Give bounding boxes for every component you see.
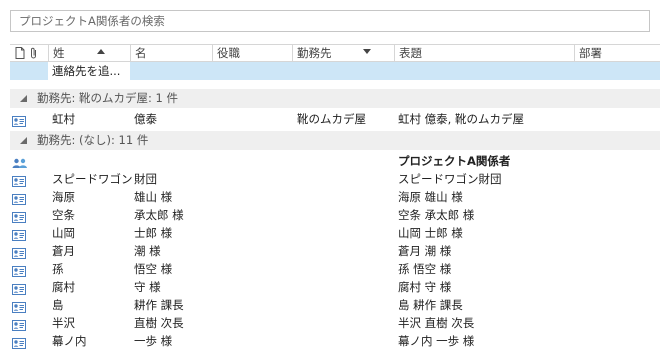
contact-row[interactable]: 蒼月 潮 様 蒼月 潮 様 <box>10 242 660 260</box>
collapse-triangle-icon[interactable] <box>20 137 27 144</box>
title-cell: 海原 雄山 様 <box>398 190 463 204</box>
contact-card-icon <box>12 114 26 132</box>
column-department[interactable]: 部署 <box>574 45 660 61</box>
column-title-label: 表題 <box>399 46 422 60</box>
given-name-cell: 一歩 様 <box>134 334 173 348</box>
given-name-cell: 億泰 <box>134 112 157 126</box>
column-header: 姓 名 役職 勤務先 表題 部署 <box>10 44 660 62</box>
title-cell: 蒼月 潮 様 <box>398 244 452 258</box>
title-cell: スピードワゴン財団 <box>398 172 502 186</box>
group-header-none[interactable]: 勤務先: (なし): 11 件 <box>10 131 660 150</box>
column-company[interactable]: 勤務先 <box>292 45 394 61</box>
contact-row[interactable]: 半沢 直樹 次長 半沢 直樹 次長 <box>10 314 660 332</box>
search-input[interactable] <box>11 11 649 31</box>
column-role[interactable]: 役職 <box>212 45 292 61</box>
add-contact-cell[interactable]: 連絡先を追... <box>48 62 130 80</box>
column-given-name-label: 名 <box>135 46 147 60</box>
given-name-cell: 潮 様 <box>134 244 161 258</box>
contact-row[interactable]: 孫 悟空 様 孫 悟空 様 <box>10 260 660 278</box>
surname-cell: 幕ノ内 <box>52 334 87 348</box>
contact-row[interactable]: プロジェクトA関係者 <box>10 152 660 170</box>
given-name-cell: 士郎 様 <box>134 226 173 240</box>
surname-cell: 山岡 <box>52 226 75 240</box>
document-icon[interactable] <box>15 47 25 62</box>
surname-cell: 島 <box>52 298 64 312</box>
group-label: 勤務先: 靴のムカデ屋: 1 件 <box>37 91 179 105</box>
surname-cell: 海原 <box>52 190 75 204</box>
contact-row[interactable]: スピードワゴン 財団 スピードワゴン財団 <box>10 170 660 188</box>
surname-cell: 半沢 <box>52 316 75 330</box>
surname-cell: 腐村 <box>52 280 75 294</box>
title-cell: 島 耕作 課長 <box>398 298 463 312</box>
surname-cell: 空条 <box>52 208 75 222</box>
title-cell: 山岡 士郎 様 <box>398 226 463 240</box>
column-department-label: 部署 <box>579 46 602 60</box>
title-cell: 孫 悟空 様 <box>398 262 452 276</box>
sort-ascending-icon <box>97 49 105 54</box>
title-cell: 半沢 直樹 次長 <box>398 316 475 330</box>
column-surname[interactable]: 姓 <box>48 45 130 61</box>
title-cell: 腐村 守 様 <box>398 280 452 294</box>
group-label: 勤務先: (なし): 11 件 <box>37 133 149 147</box>
contact-card-icon <box>12 336 26 354</box>
new-contact-row[interactable]: 連絡先を追... <box>10 62 660 80</box>
title-cell: 虹村 億泰, 靴のムカデ屋 <box>398 112 524 126</box>
surname-cell: スピードワゴン <box>52 172 133 186</box>
contact-row[interactable]: 島 耕作 課長 島 耕作 課長 <box>10 296 660 314</box>
contact-row[interactable]: 空条 承太郎 様 空条 承太郎 様 <box>10 206 660 224</box>
group-header-company[interactable]: 勤務先: 靴のムカデ屋: 1 件 <box>10 89 660 108</box>
title-cell: プロジェクトA関係者 <box>398 154 511 168</box>
given-name-cell: 承太郎 様 <box>134 208 184 222</box>
given-name-cell: 守 様 <box>134 280 161 294</box>
given-name-cell: 財団 <box>134 172 157 186</box>
column-company-label: 勤務先 <box>297 46 332 60</box>
search-box[interactable] <box>10 10 650 32</box>
company-cell: 靴のムカデ屋 <box>297 112 366 126</box>
contact-row[interactable]: 山岡 士郎 様 山岡 士郎 様 <box>10 224 660 242</box>
contact-row[interactable]: 海原 雄山 様 海原 雄山 様 <box>10 188 660 206</box>
given-name-cell: 悟空 様 <box>134 262 173 276</box>
column-title[interactable]: 表題 <box>394 45 574 61</box>
surname-cell: 蒼月 <box>52 244 75 258</box>
given-name-cell: 雄山 様 <box>134 190 173 204</box>
given-name-cell: 耕作 課長 <box>134 298 184 312</box>
column-surname-label: 姓 <box>53 46 65 60</box>
surname-cell: 虹村 <box>52 112 75 126</box>
column-role-label: 役職 <box>217 46 240 60</box>
contact-row[interactable]: 腐村 守 様 腐村 守 様 <box>10 278 660 296</box>
collapse-triangle-icon[interactable] <box>20 95 27 102</box>
title-cell: 空条 承太郎 様 <box>398 208 475 222</box>
attachment-icon[interactable] <box>29 47 39 62</box>
dropdown-arrow-icon[interactable] <box>363 49 371 54</box>
column-given-name[interactable]: 名 <box>130 45 212 61</box>
contact-row[interactable]: 幕ノ内 一歩 様 幕ノ内 一歩 様 <box>10 332 660 350</box>
surname-cell: 孫 <box>52 262 64 276</box>
contact-row[interactable]: 虹村 億泰 靴のムカデ屋 虹村 億泰, 靴のムカデ屋 <box>10 110 660 128</box>
given-name-cell: 直樹 次長 <box>134 316 184 330</box>
title-cell: 幕ノ内 一歩 様 <box>398 334 475 348</box>
